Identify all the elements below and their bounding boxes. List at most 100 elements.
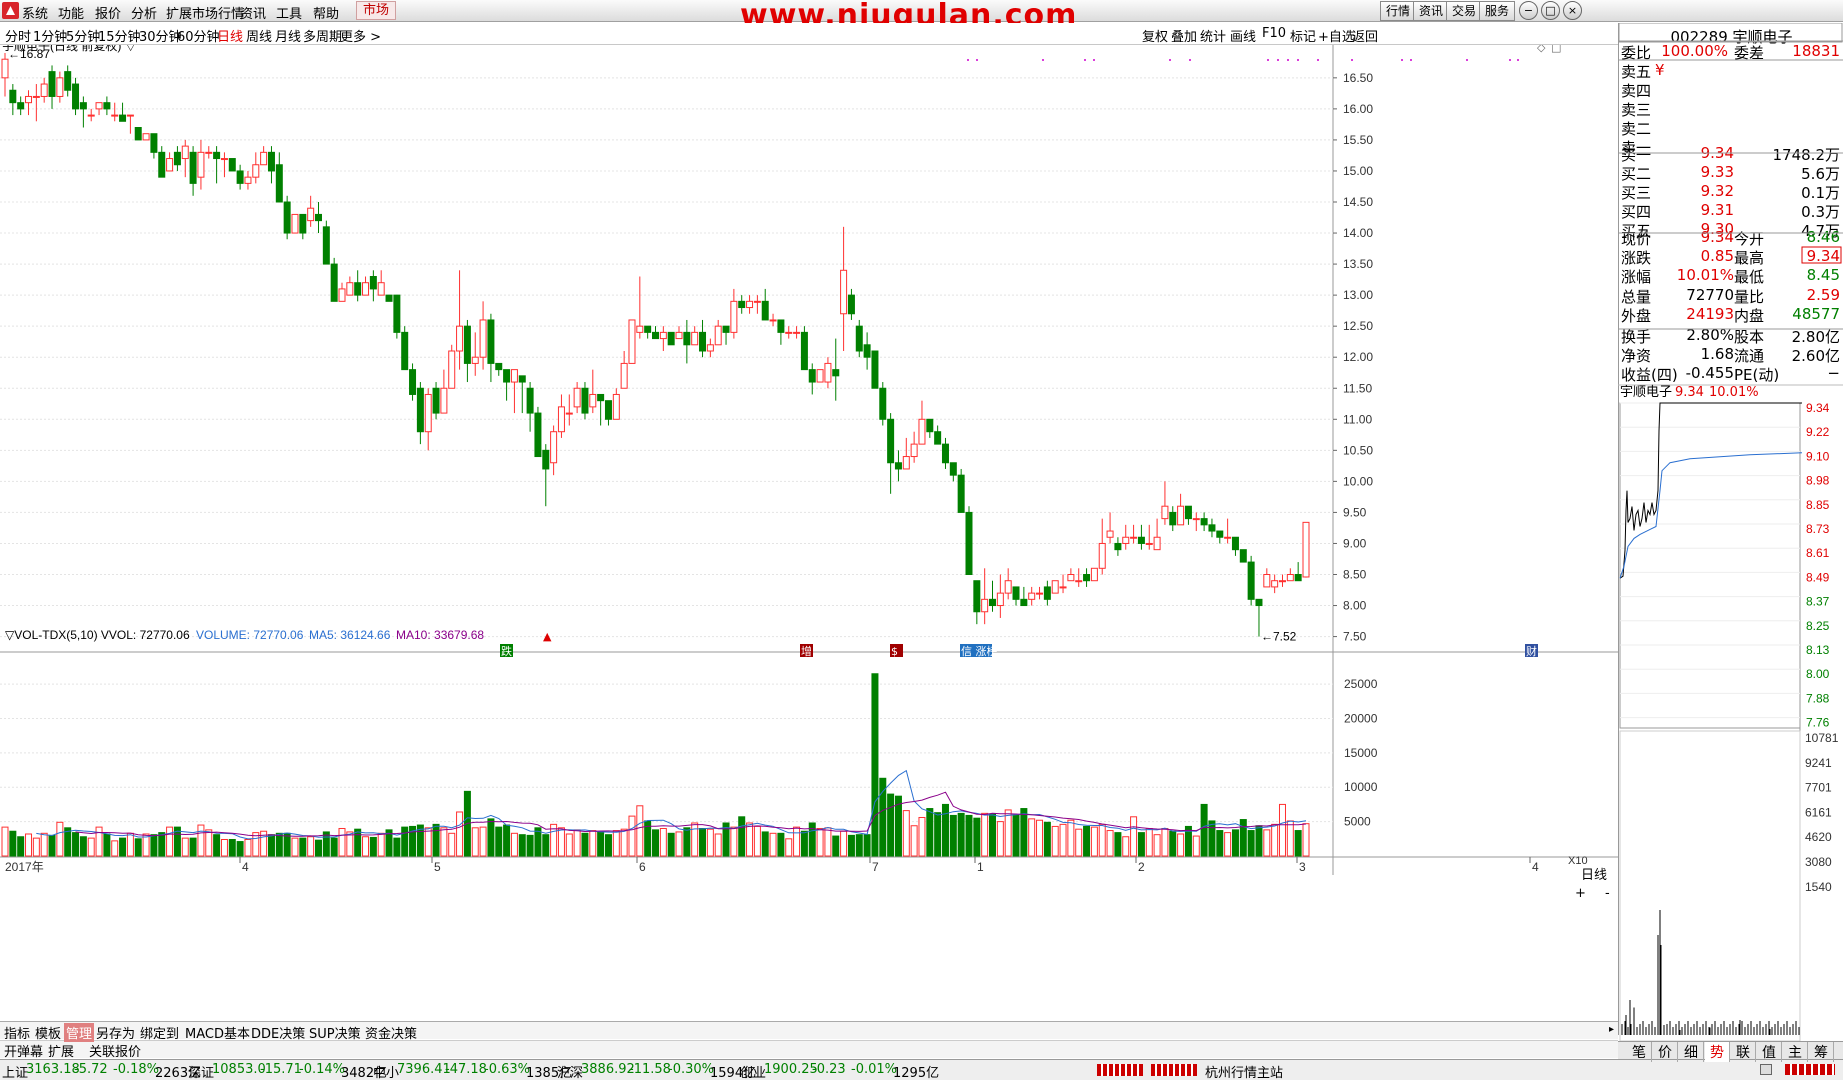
candle-body[interactable] (260, 151, 268, 166)
indicator-tab[interactable]: 指标 (4, 1023, 30, 1042)
chart-area[interactable]: 7.50 8.00 8.50 9.00 9.50 10.00 10.50 11.00 11.50… (0, 45, 1618, 1021)
candle-body[interactable] (1255, 598, 1263, 607)
candle-body[interactable] (252, 164, 260, 178)
candle-body[interactable] (79, 102, 87, 110)
candle-body[interactable] (894, 462, 902, 470)
candle-body[interactable] (1200, 518, 1208, 526)
candle-body[interactable] (158, 151, 166, 178)
event-marker[interactable]: 跌 (501, 644, 512, 658)
candle-body[interactable] (659, 331, 667, 340)
candle-body[interactable] (941, 443, 949, 464)
candle-body[interactable] (495, 362, 503, 371)
candle-body[interactable] (9, 89, 17, 104)
candle-body[interactable] (1302, 521, 1310, 578)
event-marker[interactable]: 信 涨榜 (961, 644, 998, 658)
chart-toolbar-button[interactable]: F10 (1262, 26, 1286, 41)
candle-body[interactable] (228, 158, 236, 172)
candle-body[interactable] (557, 406, 565, 433)
period-tab[interactable]: 5分钟 (66, 26, 100, 45)
candle-body[interactable] (1161, 505, 1169, 520)
panel-tab[interactable]: 联 (1731, 1042, 1756, 1062)
candle-body[interactable] (706, 344, 714, 352)
period-tab[interactable]: 多周期 (303, 26, 342, 45)
candle-body[interactable] (949, 462, 957, 476)
candle-body[interactable] (424, 393, 432, 433)
candle-body[interactable] (1263, 574, 1271, 588)
zoom-in-icon[interactable]: + (1575, 886, 1586, 901)
candle-body[interactable] (25, 95, 33, 104)
candle-body[interactable] (1067, 574, 1075, 582)
candle-body[interactable] (542, 449, 550, 470)
menu-item[interactable]: 帮助 (313, 3, 339, 22)
menu-item[interactable]: 资讯 (240, 3, 266, 22)
candle-body[interactable] (1184, 505, 1192, 520)
indicator-tab[interactable]: 管理 (64, 1023, 95, 1042)
candle-body[interactable] (385, 294, 393, 302)
candle-body[interactable] (401, 331, 409, 371)
candle-body[interactable] (1216, 530, 1224, 538)
candle-body[interactable] (934, 431, 942, 445)
candle-body[interactable] (1231, 536, 1239, 551)
candle-body[interactable] (1004, 580, 1012, 594)
candle-body[interactable] (330, 263, 338, 302)
panel-tab[interactable]: 主 (1783, 1042, 1808, 1062)
candle-body[interactable] (957, 474, 965, 513)
extra-tab[interactable]: 扩展 (48, 1041, 74, 1060)
candle-body[interactable] (738, 300, 746, 309)
indicator-tab[interactable]: 资金决策 (365, 1023, 417, 1042)
candle-body[interactable] (1043, 586, 1051, 600)
candle-body[interactable] (95, 102, 103, 110)
candle-body[interactable] (879, 387, 887, 420)
candle-body[interactable] (1114, 542, 1122, 551)
candle-body[interactable] (808, 369, 816, 383)
candle-body[interactable] (150, 133, 158, 153)
candle-body[interactable] (989, 598, 997, 607)
candle-body[interactable] (667, 331, 675, 346)
period-tab[interactable]: 1分钟 (33, 26, 67, 45)
candle-body[interactable] (847, 294, 855, 315)
candle-body[interactable] (1208, 524, 1216, 532)
app-logo-icon[interactable] (2, 2, 19, 19)
indicator-tab[interactable]: 模板 (35, 1023, 61, 1042)
candle-body[interactable] (918, 418, 926, 445)
period-tab[interactable]: 60分钟 (177, 26, 220, 45)
candle-body[interactable] (17, 102, 25, 110)
candle-body[interactable] (487, 319, 495, 364)
candle-body[interactable] (307, 207, 315, 222)
candle-body[interactable] (887, 418, 895, 464)
candle-body[interactable] (173, 151, 181, 166)
panel-tab[interactable]: 价 (1653, 1042, 1678, 1062)
candle-body[interactable] (448, 350, 456, 389)
up-arrow-icon[interactable]: ▲ (543, 630, 552, 643)
candle-body[interactable] (1028, 592, 1036, 600)
candle-body[interactable] (1036, 592, 1044, 595)
candle-body[interactable] (1122, 536, 1130, 544)
menu-item[interactable]: 分析 (131, 3, 157, 22)
candle-body[interactable] (565, 412, 573, 415)
candle-body[interactable] (612, 393, 620, 420)
candle-body[interactable] (1137, 536, 1145, 544)
candle-body[interactable] (793, 331, 801, 334)
candle-body[interactable] (1145, 542, 1153, 545)
candle-body[interactable] (550, 431, 558, 464)
restore-icon[interactable]: □ (1541, 1, 1560, 20)
candle-body[interactable] (456, 325, 464, 352)
candle-body[interactable] (393, 294, 401, 333)
candle-body[interactable] (746, 300, 754, 309)
event-marker[interactable]: 增 (801, 644, 812, 658)
panel-tab[interactable]: 势 (1705, 1042, 1730, 1062)
candle-body[interactable] (32, 95, 40, 98)
candle-body[interactable] (205, 151, 213, 154)
candle-body[interactable] (111, 114, 119, 117)
indicator-tab[interactable]: SUP决策 (309, 1023, 361, 1042)
candle-body[interactable] (338, 288, 346, 302)
candle-body[interactable] (1020, 598, 1028, 607)
diamond-icon[interactable]: ◇ (1537, 45, 1546, 54)
candle-body[interactable] (189, 151, 197, 184)
zoom-out-icon[interactable]: - (1605, 886, 1610, 901)
status-box-icon[interactable] (1760, 1064, 1772, 1075)
candle-body[interactable] (840, 269, 848, 315)
candle-body[interactable] (1083, 574, 1091, 582)
candle-body[interactable] (119, 114, 127, 122)
chart-toolbar-button[interactable]: 叠加 (1171, 26, 1197, 45)
